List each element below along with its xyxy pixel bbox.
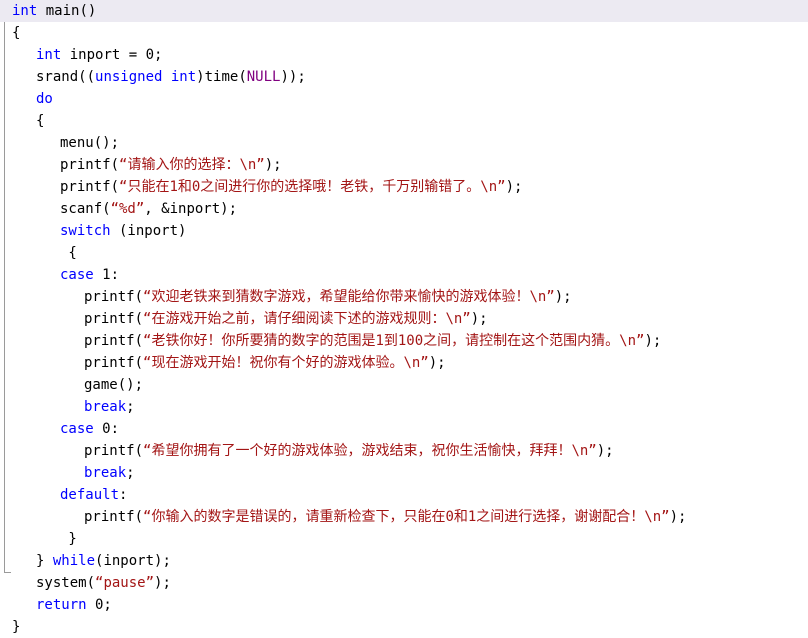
code-token-kw: case [60, 421, 94, 437]
code-token-pln: ; [126, 465, 135, 481]
code-token-pln: printf( [84, 355, 144, 371]
code-token-kw: unsigned int [95, 69, 197, 85]
code-token-pln: 0: [93, 421, 120, 437]
code-token-str: “只能在1和0之间进行你的选择哦！老铁，千万别输错了。\n” [119, 179, 506, 195]
code-line[interactable]: printf(“现在游戏开始！祝你有个好的游戏体验。\n”); [0, 352, 808, 374]
code-content[interactable]: int main(){int inport = 0; srand((unsigne… [0, 0, 808, 638]
code-token-str: “现在游戏开始！祝你有个好的游戏体验。\n” [143, 355, 429, 371]
code-token-pln: (inport) [110, 223, 187, 239]
code-token-pln: printf( [84, 311, 144, 327]
code-token-kw: int [12, 3, 38, 19]
code-token-pln: ; [126, 399, 135, 415]
code-token-pln: ); [154, 575, 171, 591]
code-token-pln: printf( [84, 443, 144, 459]
code-token-pln: system( [36, 575, 96, 591]
code-token-str: “老铁你好！你所要猜的数字的范围是1到100之间，请控制在这个范围内猜。\n” [143, 333, 645, 349]
code-token-pln: } [60, 531, 77, 547]
code-token-kw: int [36, 47, 62, 63]
code-token-kw: do [36, 91, 53, 107]
code-token-pln: 1: [93, 267, 120, 283]
code-line[interactable]: { [0, 242, 808, 264]
code-line[interactable]: printf(“在游戏开始之前，请仔细阅读下述的游戏规则：\n”); [0, 308, 808, 330]
code-line[interactable]: printf(“只能在1和0之间进行你的选择哦！老铁，千万别输错了。\n”); [0, 176, 808, 198]
code-line[interactable]: switch (inport) [0, 220, 808, 242]
code-token-str: “请输入你的选择：\n” [119, 157, 265, 173]
code-line[interactable]: return 0; [0, 594, 808, 616]
code-token-str: “%d” [110, 201, 145, 217]
code-token-pln: )time( [196, 69, 247, 85]
code-token-pln: ); [264, 157, 282, 173]
code-token-pln: main() [37, 3, 97, 19]
code-line[interactable]: system(“pause”); [0, 572, 808, 594]
code-token-pln: inport = 0; [61, 47, 163, 63]
code-token-pln: : [119, 487, 128, 503]
code-token-pln: { [12, 25, 21, 41]
code-token-pln: ); [596, 443, 614, 459]
code-line[interactable]: break; [0, 396, 808, 418]
code-token-pln: , &inport); [144, 201, 238, 217]
code-line[interactable]: { [0, 110, 808, 132]
code-token-pln: srand(( [36, 69, 96, 85]
code-token-pln: } [36, 553, 53, 569]
code-token-pln: printf( [84, 333, 144, 349]
code-token-pln: scanf( [60, 201, 111, 217]
code-token-pln: ); [470, 311, 488, 327]
code-line[interactable]: default: [0, 484, 808, 506]
code-token-pln: { [60, 245, 77, 261]
code-token-kw: return [36, 597, 87, 613]
code-line[interactable]: menu(); [0, 132, 808, 154]
code-token-pln: printf( [84, 509, 144, 525]
code-token-kw: break [84, 399, 127, 415]
code-token-pln: ); [644, 333, 662, 349]
code-token-pln: game(); [84, 377, 144, 393]
code-token-str: “你输入的数字是错误的，请重新检查下，只能在0和1之间进行选择，谢谢配合！\n” [143, 509, 670, 525]
code-token-str: “pause” [95, 575, 155, 591]
code-token-str: “希望你拥有了一个好的游戏体验，游戏结束，祝你生活愉快，拜拜！\n” [143, 443, 597, 459]
code-token-kw: switch [60, 223, 111, 239]
code-line[interactable]: game(); [0, 374, 808, 396]
code-token-kw: while [52, 553, 96, 569]
code-token-pln: 0; [86, 597, 112, 613]
code-line[interactable]: { [0, 22, 808, 44]
code-token-pln: printf( [60, 179, 120, 195]
code-token-kw: default [60, 487, 120, 503]
code-token-str: “在游戏开始之前，请仔细阅读下述的游戏规则：\n” [143, 311, 471, 327]
code-line[interactable]: printf(“欢迎老铁来到猜数字游戏，希望能给你带来愉快的游戏体验！\n”); [0, 286, 808, 308]
code-editor[interactable]: int main(){int inport = 0; srand((unsigne… [0, 0, 808, 635]
code-line[interactable]: case 1: [0, 264, 808, 286]
code-token-pln: menu(); [60, 135, 120, 151]
code-token-str: “欢迎老铁来到猜数字游戏，希望能给你带来愉快的游戏体验！\n” [143, 289, 555, 305]
code-token-kw: break [84, 465, 127, 481]
code-token-pln: (inport); [95, 553, 171, 569]
code-line[interactable]: } [0, 528, 808, 550]
code-token-kw: case [60, 267, 94, 283]
code-line[interactable]: case 0: [0, 418, 808, 440]
code-line[interactable]: printf(“请输入你的选择：\n”); [0, 154, 808, 176]
code-line[interactable]: } [0, 616, 808, 638]
code-line[interactable]: } while(inport); [0, 550, 808, 572]
code-line[interactable]: do [0, 88, 808, 110]
code-line[interactable]: printf(“老铁你好！你所要猜的数字的范围是1到100之间，请控制在这个范围… [0, 330, 808, 352]
code-line[interactable]: int inport = 0; [0, 44, 808, 66]
code-line[interactable]: printf(“希望你拥有了一个好的游戏体验，游戏结束，祝你生活愉快，拜拜！\n… [0, 440, 808, 462]
code-line[interactable]: break; [0, 462, 808, 484]
code-token-pln: ); [554, 289, 572, 305]
code-token-pln: )); [280, 69, 306, 85]
code-token-pln: ); [428, 355, 446, 371]
code-token-mac: NULL [246, 69, 281, 85]
code-token-pln: } [12, 619, 21, 635]
code-line[interactable]: srand((unsigned int)time(NULL)); [0, 66, 808, 88]
code-token-pln: printf( [60, 157, 120, 173]
code-token-pln: { [36, 113, 45, 129]
code-line[interactable]: scanf(“%d”, &inport); [0, 198, 808, 220]
code-token-pln: ); [505, 179, 523, 195]
code-line[interactable]: printf(“你输入的数字是错误的，请重新检查下，只能在0和1之间进行选择，谢… [0, 506, 808, 528]
code-token-pln: ); [669, 509, 687, 525]
code-line[interactable]: int main() [0, 0, 808, 22]
code-token-pln: printf( [84, 289, 144, 305]
